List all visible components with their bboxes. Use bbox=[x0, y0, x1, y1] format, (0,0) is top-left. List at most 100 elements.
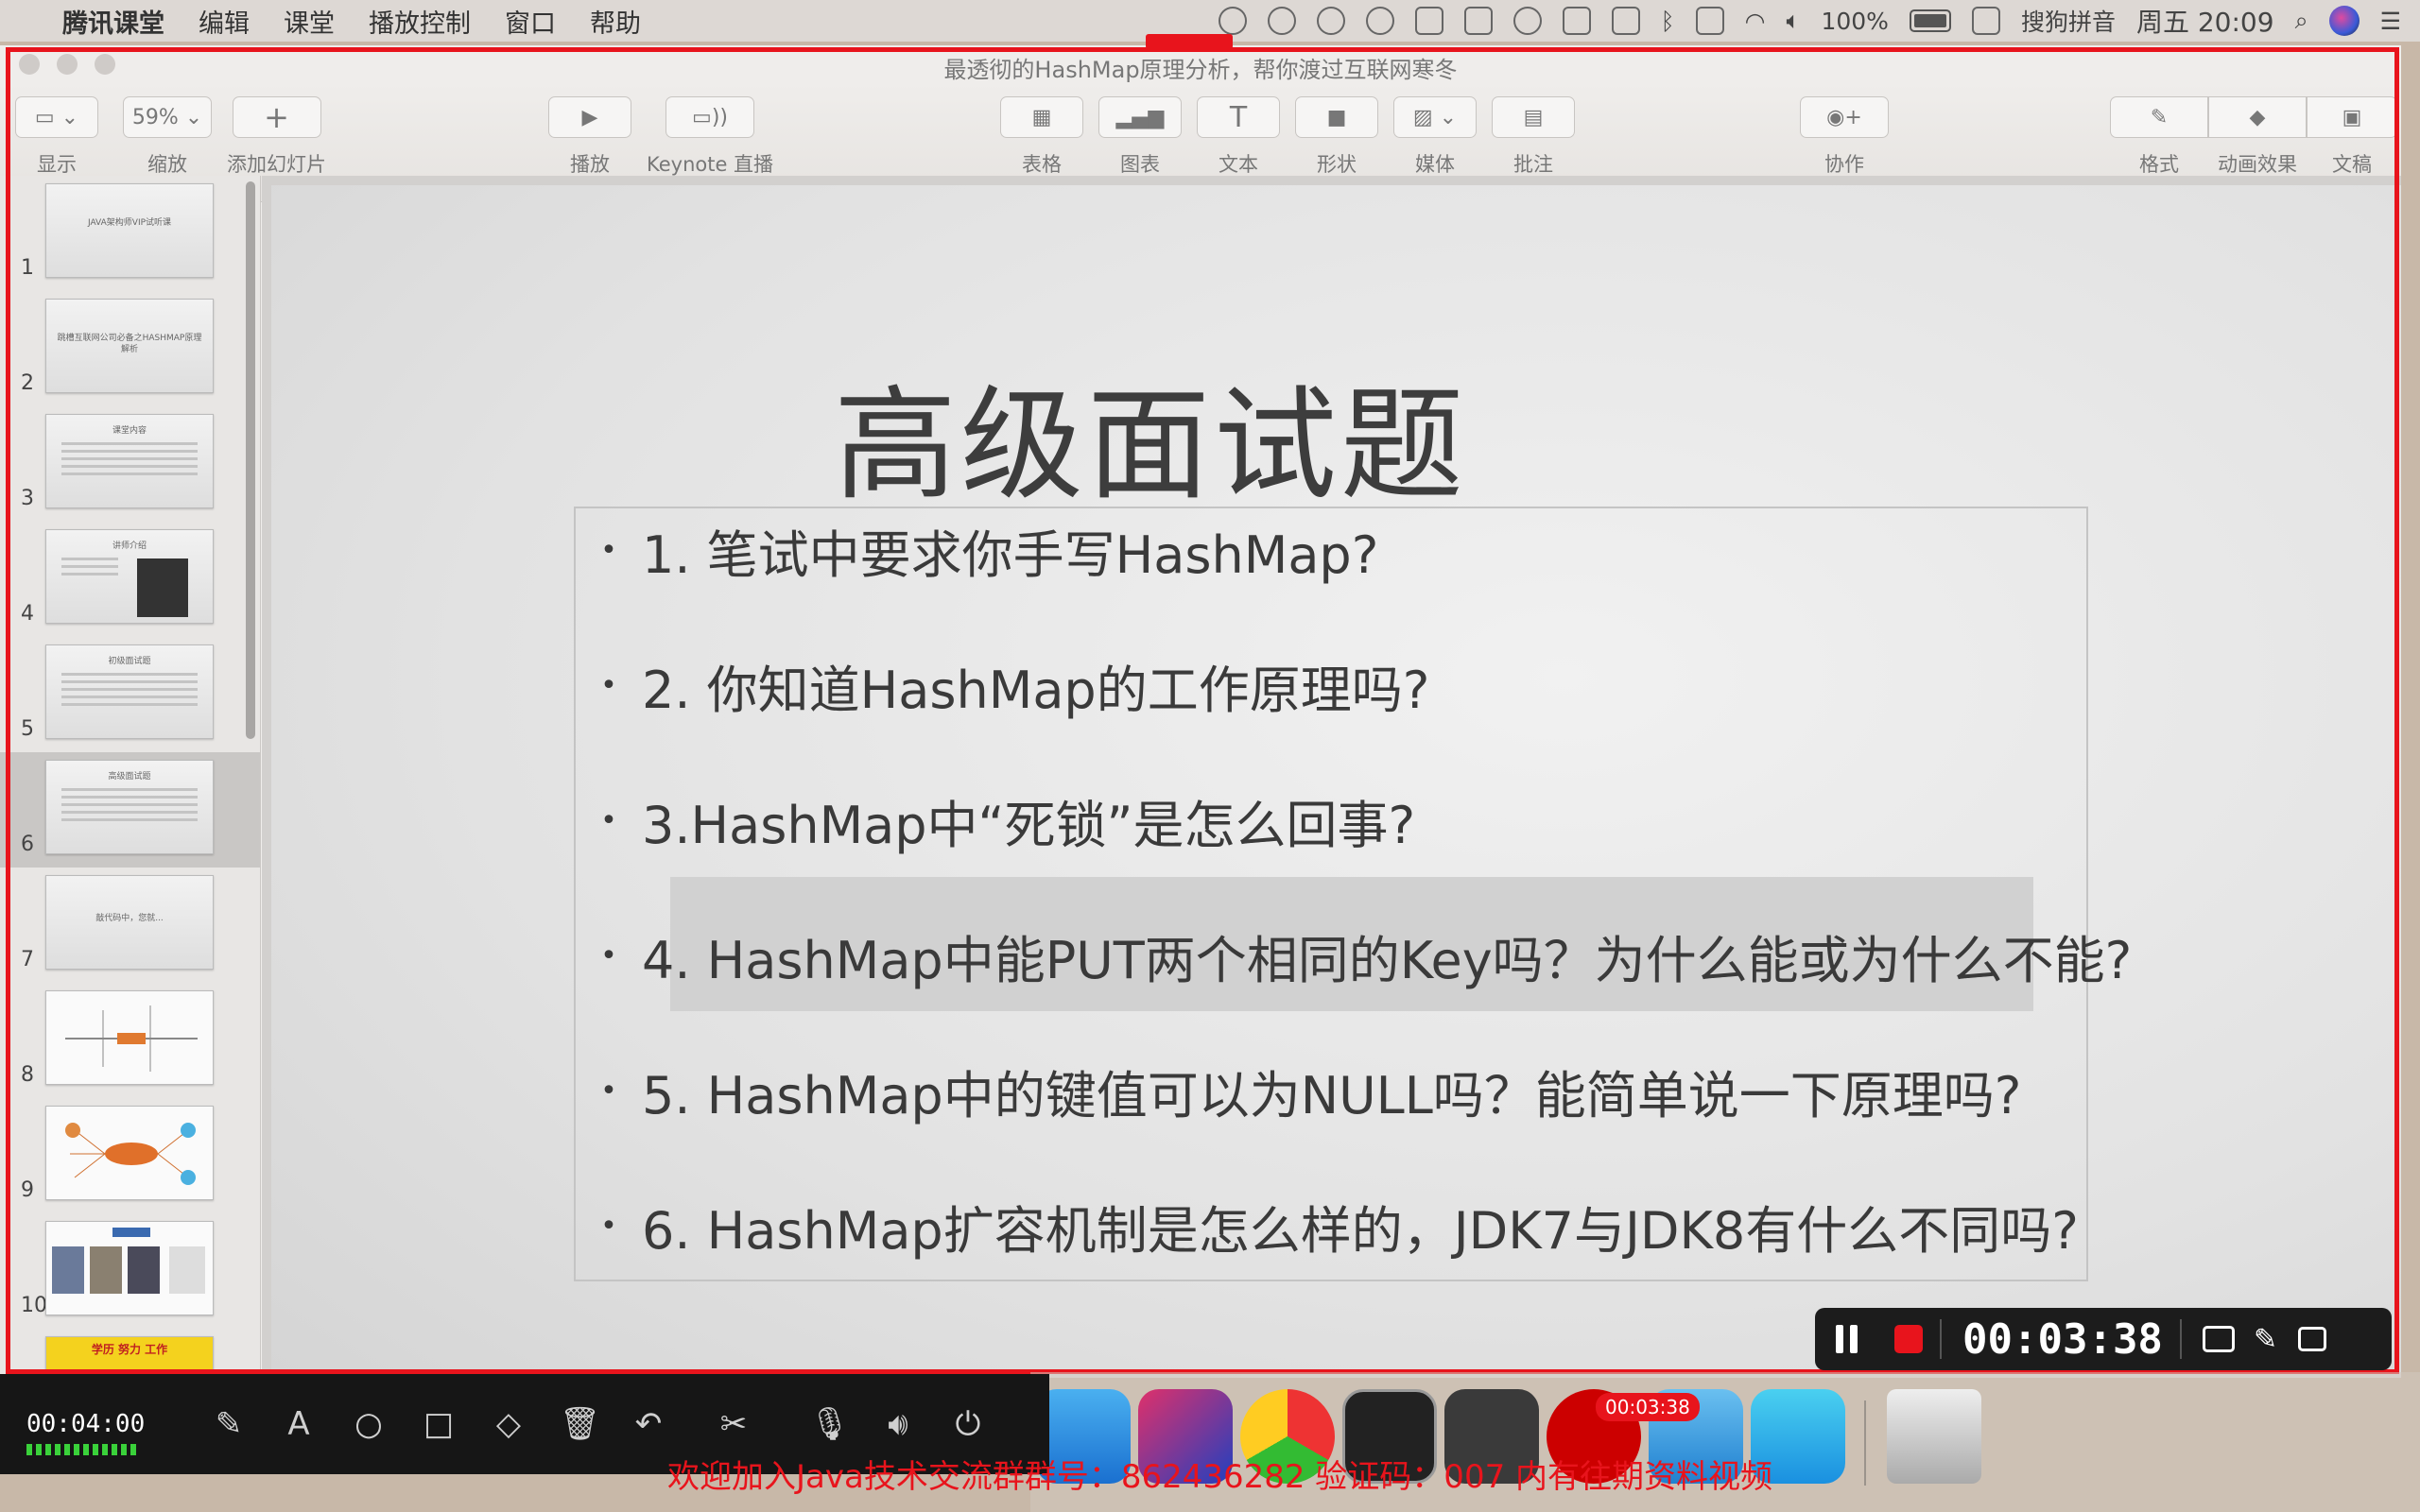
question-list-box[interactable]: • 1. 笔试中要求你手写HashMap? • 2. 你知道HashMap的工作原理… bbox=[574, 507, 2132, 1281]
question-item[interactable]: • 3.HashMap中“死锁”是怎么回事? bbox=[576, 773, 1415, 868]
comment-tool[interactable]: ▤ 批注 bbox=[1492, 96, 1575, 178]
slide-thumb-3[interactable]: 3 课堂内容 bbox=[0, 406, 260, 522]
menu-playback[interactable]: 播放控制 bbox=[369, 3, 471, 40]
text-icon[interactable]: T bbox=[1197, 96, 1280, 138]
slide-thumb-4[interactable]: 4 讲师介绍 bbox=[0, 522, 260, 637]
power-icon[interactable]: ⏻ bbox=[949, 1405, 987, 1443]
eraser-icon[interactable]: ◇ bbox=[490, 1405, 527, 1443]
document-icon[interactable]: ▣ bbox=[2307, 96, 2397, 138]
microphone-icon[interactable]: 🎙︎ bbox=[809, 1405, 850, 1443]
question-item[interactable]: • 1. 笔试中要求你手写HashMap? bbox=[576, 503, 1378, 597]
slide-thumbnail[interactable]: 敲代码中，您就... bbox=[45, 875, 214, 970]
annotate-pen-icon[interactable]: ✎ bbox=[2254, 1323, 2277, 1356]
stop-button[interactable] bbox=[1894, 1325, 1923, 1353]
menu-app-name[interactable]: 腾讯课堂 bbox=[62, 3, 164, 40]
battery-icon[interactable] bbox=[1909, 9, 1951, 32]
shape-icon[interactable]: ■ bbox=[1295, 96, 1378, 138]
notification-center-icon[interactable]: ☰ bbox=[2380, 8, 2401, 35]
wifi-icon[interactable]: ◠ bbox=[1745, 8, 1766, 35]
record-frame-handle[interactable] bbox=[1146, 34, 1233, 49]
trash-icon[interactable] bbox=[1887, 1389, 1981, 1484]
zoom-tool[interactable]: 59% ⌄ 缩放 bbox=[123, 96, 212, 178]
apple-menu-icon[interactable] bbox=[0, 0, 53, 42]
scissors-icon[interactable] bbox=[1463, 7, 1493, 35]
volume-icon[interactable]: 🔈︎ bbox=[1786, 7, 1800, 35]
keynote-live-tool[interactable]: ▭)) Keynote 直播 bbox=[647, 96, 773, 178]
siri-icon[interactable] bbox=[2328, 6, 2360, 36]
text-tool-icon[interactable]: A bbox=[280, 1405, 318, 1443]
slide-thumbnail[interactable] bbox=[45, 1106, 214, 1200]
brush-icon[interactable]: ✎ bbox=[210, 1405, 248, 1443]
speaker-icon[interactable]: 🔊︎ bbox=[879, 1405, 917, 1443]
format-brush-icon[interactable]: ✎ bbox=[2110, 96, 2208, 138]
media-icon[interactable]: ▨ ⌄ bbox=[1393, 96, 1477, 138]
comment-icon[interactable]: ▤ bbox=[1492, 96, 1575, 138]
slide-thumbnail[interactable]: 高级面试题 bbox=[45, 760, 214, 854]
bluetooth-icon[interactable]: ᛒ bbox=[1661, 8, 1675, 35]
slide-thumb-5[interactable]: 5 初级面试题 bbox=[0, 637, 260, 752]
collaborate-tool[interactable]: ◉+ 协作 bbox=[1800, 96, 1889, 178]
send-icon[interactable] bbox=[1218, 7, 1247, 35]
slide-thumbnail[interactable]: 初级面试题 bbox=[45, 644, 214, 739]
document-tool[interactable]: ▣ 文稿 bbox=[2307, 96, 2397, 178]
media-tool[interactable]: ▨ ⌄ 媒体 bbox=[1393, 96, 1477, 178]
question-item[interactable]: • 6. HashMap扩容机制是怎么样的，JDK7与JDK8有什么不同吗? bbox=[576, 1178, 2079, 1273]
play-tool[interactable]: ▶ 播放 bbox=[548, 96, 631, 178]
text-tool[interactable]: T 文本 bbox=[1197, 96, 1280, 178]
slide-title[interactable]: 高级面试题 bbox=[271, 346, 2030, 524]
pen-icon[interactable] bbox=[1316, 7, 1345, 35]
bell-icon[interactable] bbox=[1267, 7, 1296, 35]
input-method-label[interactable]: 搜狗拼音 bbox=[2021, 4, 2116, 38]
slide-thumbnail[interactable]: 学历 努力 工作 bbox=[45, 1336, 214, 1378]
circle-icon[interactable]: ○ bbox=[350, 1405, 388, 1443]
rectangle-icon[interactable]: □ bbox=[420, 1405, 458, 1443]
play-icon[interactable]: ▶ bbox=[548, 96, 631, 138]
input-zh-icon[interactable] bbox=[1611, 7, 1640, 35]
spotlight-search-icon[interactable]: ⌕ bbox=[2295, 7, 2308, 35]
slide-thumb-11[interactable]: 学历 努力 工作 bbox=[0, 1329, 260, 1378]
collaborate-icon[interactable]: ◉+ bbox=[1800, 96, 1889, 138]
slide-thumb-2[interactable]: 2 跳槽互联网公司必备之HASHMAP原理解析 bbox=[0, 291, 260, 406]
view-icon[interactable]: ▭ ⌄ bbox=[15, 96, 98, 138]
plus-icon[interactable]: + bbox=[232, 96, 321, 138]
question-item[interactable]: • 2. 你知道HashMap的工作原理吗? bbox=[576, 638, 1429, 732]
zoom-select[interactable]: 59% ⌄ bbox=[123, 96, 212, 138]
slide-thumbnail[interactable]: JAVA架构师VIP试听课 bbox=[45, 183, 214, 278]
mic-icon[interactable] bbox=[1562, 7, 1591, 35]
chart-tool[interactable]: ▂▄▆ 图表 bbox=[1098, 96, 1182, 178]
menu-help[interactable]: 帮助 bbox=[590, 3, 641, 40]
slide-thumb-1[interactable]: 1 JAVA架构师VIP试听课 bbox=[0, 176, 260, 291]
record-status-icon[interactable] bbox=[1512, 7, 1542, 35]
chart-icon[interactable]: ▂▄▆ bbox=[1098, 96, 1182, 138]
slide-thumbnail[interactable]: 课堂内容 bbox=[45, 414, 214, 508]
pause-button[interactable] bbox=[1815, 1325, 1877, 1353]
menu-edit[interactable]: 编辑 bbox=[199, 3, 250, 40]
slide-thumb-10[interactable]: 10 bbox=[0, 1213, 260, 1329]
trash-can-icon[interactable]: 🗑︎ bbox=[560, 1405, 600, 1443]
table-tool[interactable]: ▦ 表格 bbox=[1000, 96, 1083, 178]
undo-icon[interactable]: ↶ bbox=[630, 1405, 667, 1443]
slide-navigator[interactable]: 1 JAVA架构师VIP试听课 2 跳槽互联网公司必备之HASHMAP原理解析 … bbox=[0, 176, 261, 1378]
broadcast-icon[interactable]: ▭)) bbox=[666, 96, 755, 138]
question-item[interactable]: • 4. HashMap中能PUT两个相同的Key吗？为什么能或为什么不能? bbox=[576, 908, 2132, 1003]
sogou-icon[interactable] bbox=[1971, 7, 2000, 35]
menu-classroom[interactable]: 课堂 bbox=[284, 3, 335, 40]
format-tool[interactable]: ✎ 格式 bbox=[2110, 96, 2208, 178]
slide-thumb-8[interactable]: 8 bbox=[0, 983, 260, 1098]
slide-canvas[interactable]: 高级面试题 • 1. 笔试中要求你手写HashMap? • 2. 你知道HashMa… bbox=[262, 176, 2401, 1378]
notification-icon[interactable] bbox=[1365, 7, 1394, 35]
slide-thumbnail[interactable] bbox=[45, 990, 214, 1085]
view-tool[interactable]: ▭ ⌄ 显示 bbox=[15, 96, 98, 178]
menu-window[interactable]: 窗口 bbox=[505, 3, 556, 40]
scissors-icon[interactable]: ✂ bbox=[715, 1405, 752, 1443]
slide-thumb-7[interactable]: 7 敲代码中，您就... bbox=[0, 868, 260, 983]
shape-tool[interactable]: ■ 形状 bbox=[1295, 96, 1378, 178]
camera-icon[interactable] bbox=[2202, 1326, 2235, 1352]
slide-thumb-9[interactable]: 9 bbox=[0, 1098, 260, 1213]
table-icon[interactable]: ▦ bbox=[1000, 96, 1083, 138]
slide-thumbnail[interactable]: 跳槽互联网公司必备之HASHMAP原理解析 bbox=[45, 299, 214, 393]
question-item[interactable]: • 5. HashMap中的键值可以为NULL吗？能简单说一下原理吗? bbox=[576, 1043, 2021, 1138]
add-slide-tool[interactable]: + 添加幻灯片 bbox=[227, 96, 326, 178]
slide-thumbnail[interactable] bbox=[45, 1221, 214, 1315]
slide-thumbnail[interactable]: 讲师介绍 bbox=[45, 529, 214, 624]
